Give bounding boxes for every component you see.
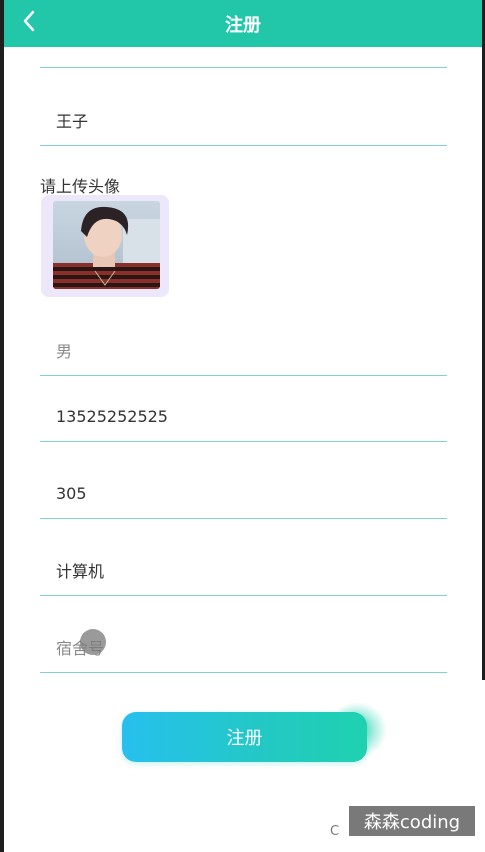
register-button-label: 注册	[226, 728, 263, 749]
left-frame-edge	[0, 0, 4, 852]
watermark: 森森coding	[349, 806, 475, 836]
avatar-label: 请上传头像	[40, 177, 121, 196]
chevron-left-icon	[23, 10, 35, 32]
room-value: 305	[56, 483, 87, 503]
gender-placeholder: 男	[56, 342, 73, 361]
name-field[interactable]: 王子	[40, 95, 447, 146]
major-field[interactable]: 计算机	[40, 545, 447, 596]
avatar-upload[interactable]	[41, 195, 169, 297]
name-value: 王子	[56, 112, 89, 131]
phone-value: 13525252525	[56, 406, 168, 426]
back-button[interactable]	[16, 8, 42, 34]
scrolled-field[interactable]	[40, 17, 447, 68]
watermark-text: 森森coding	[363, 812, 461, 833]
avatar	[53, 201, 160, 289]
footer-partial-text: C	[330, 824, 340, 839]
touch-cursor	[80, 629, 106, 655]
room-field[interactable]: 305	[40, 468, 447, 519]
register-button[interactable]: 注册	[122, 712, 367, 762]
major-value: 计算机	[56, 562, 105, 581]
phone-field[interactable]: 13525252525	[40, 391, 447, 442]
gender-field[interactable]: 男	[40, 325, 447, 376]
